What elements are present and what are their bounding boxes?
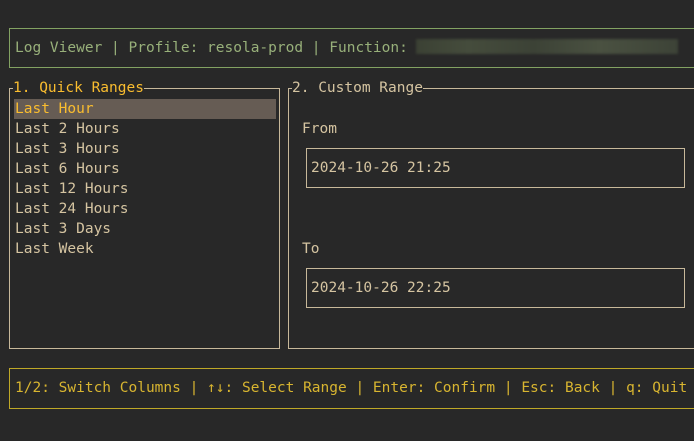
range-item-last-week[interactable]: Last Week — [14, 239, 276, 259]
range-item-last-hour[interactable]: Last Hour — [14, 99, 276, 119]
title-text: Log Viewer | Profile: resola-prod | Func… — [15, 40, 408, 56]
to-field[interactable] — [306, 268, 685, 308]
help-text: 1/2: Switch Columns | ↑↓: Select Range |… — [15, 380, 688, 396]
range-item-last-6-hours[interactable]: Last 6 Hours — [14, 159, 276, 179]
title-row: Log Viewer | Profile: resola-prod | Func… — [15, 38, 678, 58]
from-label: From — [302, 121, 337, 137]
to-input[interactable] — [311, 278, 671, 298]
to-label: To — [302, 241, 320, 257]
range-item-last-2-hours[interactable]: Last 2 Hours — [14, 119, 276, 139]
range-item-last-3-hours[interactable]: Last 3 Hours — [14, 139, 276, 159]
quick-ranges-list: Last Hour Last 2 Hours Last 3 Hours Last… — [14, 99, 276, 259]
range-item-last-3-days[interactable]: Last 3 Days — [14, 219, 276, 239]
custom-range-panel: 2. Custom Range From To — [288, 78, 694, 349]
title-bar: Log Viewer | Profile: resola-prod | Func… — [9, 28, 694, 68]
quick-ranges-panel: 1. Quick Ranges Last Hour Last 2 Hours L… — [9, 78, 280, 349]
help-bar: 1/2: Switch Columns | ↑↓: Select Range |… — [9, 368, 694, 409]
from-input[interactable] — [311, 158, 671, 178]
custom-range-title: 2. Custom Range — [292, 78, 423, 98]
redacted-function-name — [415, 39, 678, 54]
from-field[interactable] — [306, 148, 685, 188]
range-item-last-12-hours[interactable]: Last 12 Hours — [14, 179, 276, 199]
range-item-last-24-hours[interactable]: Last 24 Hours — [14, 199, 276, 219]
quick-ranges-title: 1. Quick Ranges — [13, 78, 144, 98]
